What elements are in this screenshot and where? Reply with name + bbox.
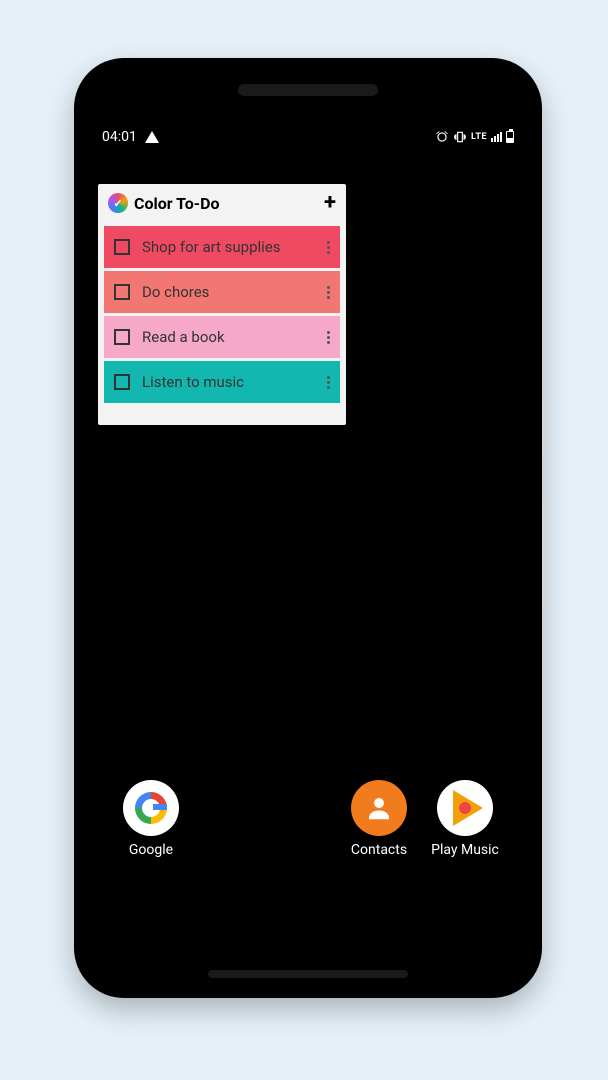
checkbox[interactable]	[114, 329, 130, 345]
play-music-icon	[437, 780, 493, 836]
app-google[interactable]: Google	[108, 780, 194, 858]
todo-label: Listen to music	[142, 373, 315, 391]
checkbox[interactable]	[114, 374, 130, 390]
home-screen[interactable]: 04:01 LTE	[88, 122, 528, 934]
todo-item[interactable]: Do chores	[104, 271, 340, 313]
power-button	[542, 398, 546, 458]
volume-button	[542, 498, 546, 608]
phone-screen-frame: 04:01 LTE	[88, 72, 528, 984]
todo-widget[interactable]: Color To-Do + Shop for art supplies Do ch…	[98, 184, 346, 425]
todo-label: Shop for art supplies	[142, 238, 315, 256]
todo-label: Read a book	[142, 328, 315, 346]
vibrate-icon	[453, 130, 467, 144]
app-label: Contacts	[351, 842, 407, 858]
app-icon	[108, 193, 128, 213]
checkbox[interactable]	[114, 284, 130, 300]
app-label: Play Music	[431, 842, 499, 858]
widget-body: Shop for art supplies Do chores Read a boo…	[98, 222, 346, 425]
more-icon[interactable]	[327, 376, 330, 389]
app-play-music[interactable]: Play Music	[422, 780, 508, 858]
add-button[interactable]: +	[324, 192, 336, 214]
app-contacts[interactable]: Contacts	[336, 780, 422, 858]
widget-header: Color To-Do +	[98, 184, 346, 222]
network-lte: LTE	[471, 132, 487, 142]
more-icon[interactable]	[327, 241, 330, 254]
apps-row: Google Contacts Play Music	[88, 780, 528, 858]
more-icon[interactable]	[327, 331, 330, 344]
status-time: 04:01	[102, 129, 137, 145]
todo-item[interactable]: Read a book	[104, 316, 340, 358]
warning-icon	[145, 131, 159, 143]
checkbox[interactable]	[114, 239, 130, 255]
earpiece	[238, 84, 378, 96]
app-label: Google	[129, 842, 173, 858]
battery-icon	[506, 131, 514, 143]
todo-item[interactable]: Shop for art supplies	[104, 226, 340, 268]
todo-item[interactable]: Listen to music	[104, 361, 340, 403]
home-indicator	[208, 970, 408, 978]
alarm-icon	[435, 130, 449, 144]
widget-title: Color To-Do	[134, 194, 220, 213]
phone-frame: 04:01 LTE	[74, 58, 542, 998]
google-icon	[123, 780, 179, 836]
todo-label: Do chores	[142, 283, 315, 301]
more-icon[interactable]	[327, 286, 330, 299]
status-bar: 04:01 LTE	[88, 122, 528, 152]
contacts-icon	[351, 780, 407, 836]
signal-icon	[491, 132, 502, 142]
